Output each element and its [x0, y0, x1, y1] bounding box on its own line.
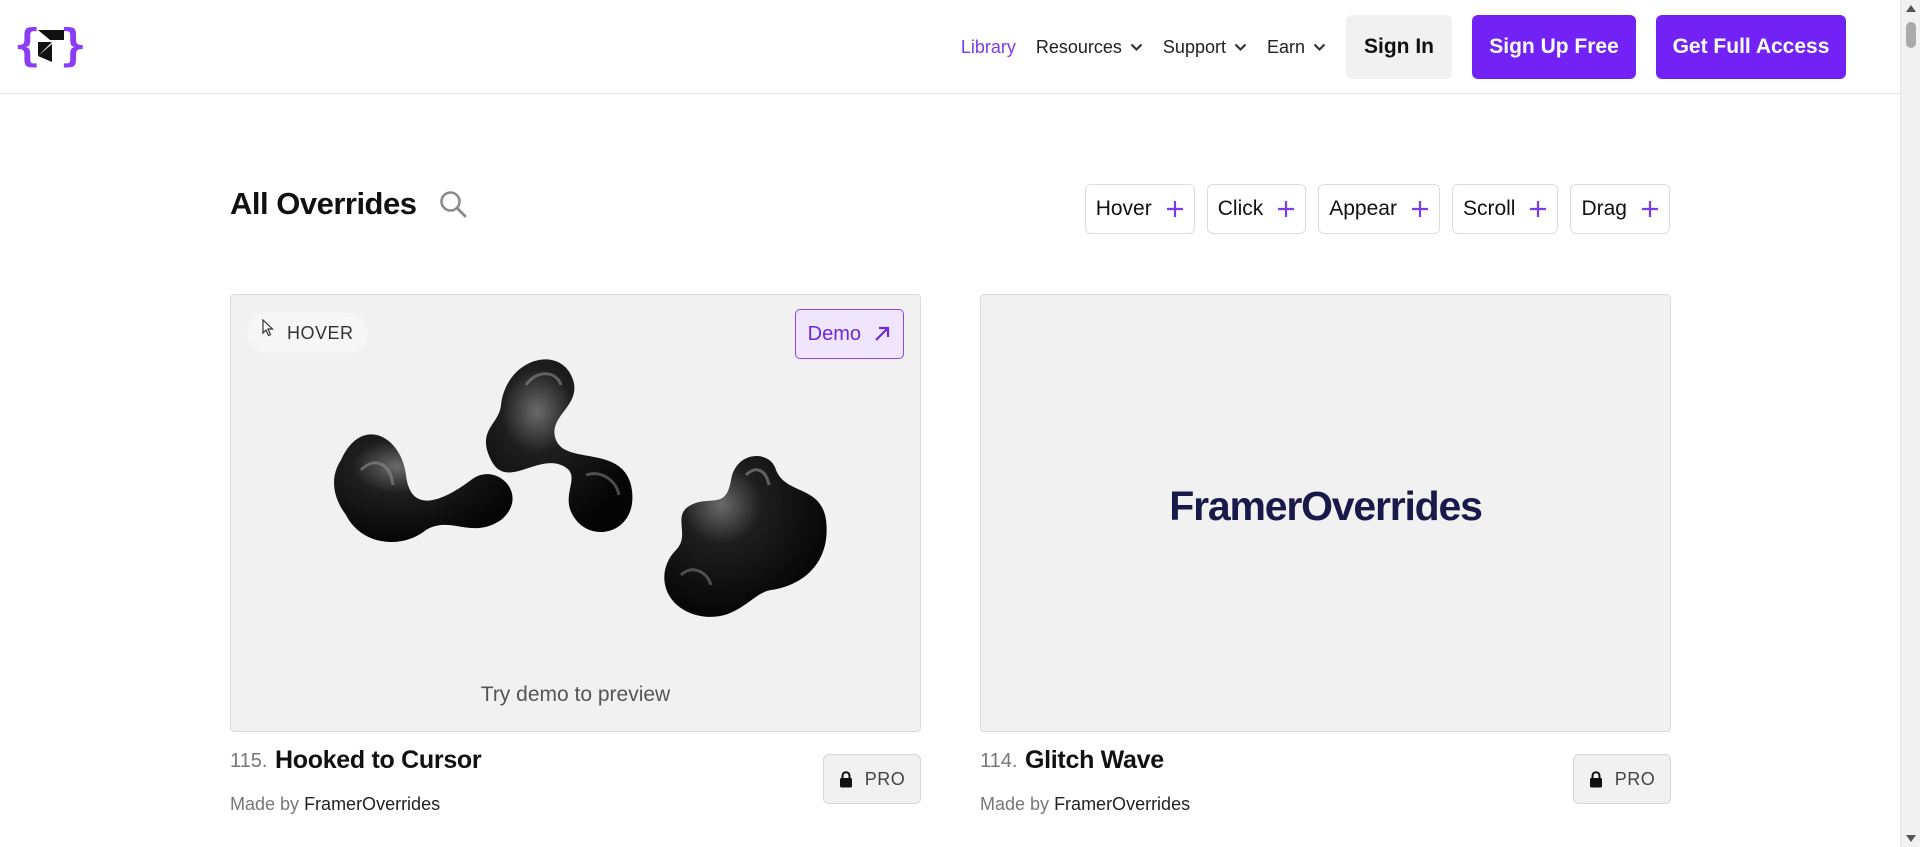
arrow-up-right-icon: [875, 326, 890, 341]
made-by-text: Made by FramerOverrides: [230, 794, 440, 815]
page-scrollbar[interactable]: [1900, 0, 1920, 847]
override-card: FramerOverrides 114. Glitch Wave Made by…: [980, 294, 1671, 832]
chevron-down-icon: [1313, 43, 1326, 51]
lock-icon: [1589, 770, 1602, 787]
filter-drag-label: Drag: [1581, 197, 1627, 220]
card-number: 115.: [230, 750, 268, 772]
plus-icon: [1166, 201, 1183, 217]
filter-click[interactable]: Click: [1206, 184, 1307, 234]
main-nav: Library Resources Support Earn Sign In S…: [961, 0, 1900, 94]
made-by-prefix: Made by: [980, 794, 1050, 814]
filter-hover-label: Hover: [1095, 197, 1152, 220]
preview-caption: Try demo to preview: [480, 683, 671, 706]
svg-text:}: }: [60, 22, 87, 70]
nav-earn-label: Earn: [1266, 36, 1305, 57]
lock-icon: [839, 770, 852, 787]
made-by-prefix: Made by: [230, 794, 300, 814]
card-meta: 115. Hooked to Cursor Made by FramerOver…: [230, 732, 921, 832]
card-preview[interactable]: FramerOverrides: [980, 294, 1671, 732]
get-full-access-button[interactable]: Get Full Access: [1656, 15, 1846, 79]
nav-earn[interactable]: Earn: [1267, 37, 1326, 58]
pro-badge[interactable]: PRO: [1573, 754, 1671, 804]
framer-overrides-logo-icon[interactable]: { }: [14, 22, 88, 70]
plus-icon: [1278, 201, 1295, 217]
demo-button-label: Demo: [807, 322, 861, 345]
plus-icon: [1642, 201, 1658, 217]
nav-resources-label: Resources: [1035, 36, 1122, 57]
author-link[interactable]: FramerOverrides: [304, 794, 440, 814]
nav-support[interactable]: Support: [1163, 37, 1247, 58]
3d-blob-shapes-image: [334, 359, 827, 617]
filter-scroll-label: Scroll: [1462, 197, 1516, 220]
filter-hover[interactable]: Hover: [1084, 184, 1195, 234]
nav-library-label: Library: [960, 36, 1016, 57]
interaction-badge-label: HOVER: [287, 322, 354, 343]
filter-scroll[interactable]: Scroll: [1451, 184, 1559, 234]
search-icon[interactable]: [438, 189, 468, 219]
nav-support-label: Support: [1162, 36, 1226, 57]
filter-appear[interactable]: Appear: [1318, 184, 1440, 234]
override-card: HOVER Demo Try demo to preview 115. Hook…: [230, 294, 921, 832]
card-title[interactable]: Glitch Wave: [1025, 746, 1164, 775]
card-preview[interactable]: HOVER Demo Try demo to preview: [230, 294, 921, 732]
filter-chips: Hover Click Appear Scroll Drag: [1073, 184, 1670, 234]
filter-drag[interactable]: Drag: [1570, 184, 1670, 234]
plus-icon: [1411, 201, 1428, 217]
nav-resources[interactable]: Resources: [1036, 37, 1143, 58]
pro-badge[interactable]: PRO: [823, 754, 921, 804]
scroll-down-arrow-icon[interactable]: [1906, 835, 1916, 842]
scroll-up-arrow-icon[interactable]: [1906, 5, 1916, 12]
card-meta: 114. Glitch Wave Made by FramerOverrides…: [980, 732, 1671, 832]
nav-library[interactable]: Library: [961, 37, 1016, 58]
page-title: All Overrides: [230, 186, 417, 221]
card-number: 114.: [980, 750, 1018, 772]
chevron-down-icon: [1130, 43, 1143, 51]
filter-appear-label: Appear: [1329, 197, 1397, 220]
author-link[interactable]: FramerOverrides: [1054, 794, 1190, 814]
plus-icon: [1530, 201, 1547, 217]
scrollbar-thumb[interactable]: [1906, 22, 1916, 48]
made-by-text: Made by FramerOverrides: [980, 794, 1190, 815]
sign-up-button[interactable]: Sign Up Free: [1472, 15, 1636, 79]
svg-text:{: {: [14, 22, 41, 70]
chevron-down-icon: [1234, 43, 1247, 51]
filter-click-label: Click: [1217, 197, 1264, 220]
pro-badge-label: PRO: [864, 768, 906, 789]
site-header: { } Library Resources Support Earn Sign …: [0, 0, 1900, 94]
sign-in-button[interactable]: Sign In: [1346, 15, 1452, 79]
pro-badge-label: PRO: [1614, 768, 1656, 789]
framer-overrides-wordmark: FramerOverrides: [1169, 483, 1483, 529]
library-title-row: All Overrides: [230, 186, 468, 222]
cursor-icon: [262, 319, 275, 337]
card-title[interactable]: Hooked to Cursor: [275, 746, 482, 775]
